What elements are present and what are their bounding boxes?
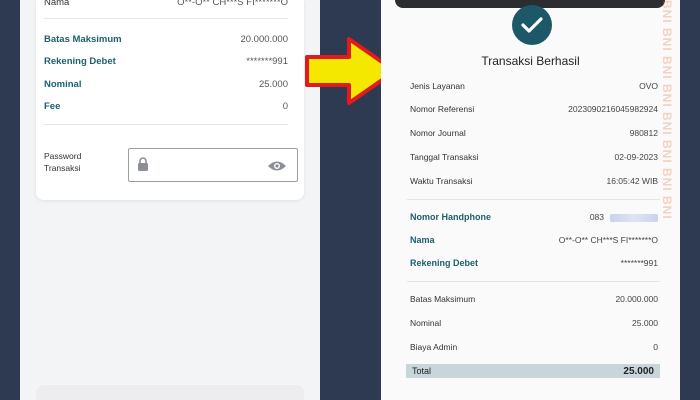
row-label: Nomor Handphone (410, 212, 491, 222)
eye-icon[interactable] (267, 159, 287, 177)
row-jenis-layanan: Jenis Layanan OVO (410, 81, 658, 92)
row-nomor-journal: Nomor Journal 980812 (410, 128, 658, 139)
redacted-phone (610, 213, 658, 222)
row-value: 25.000 (258, 79, 288, 90)
row-label: Nama (410, 235, 435, 245)
row-batas-maksimum: Batas Maksimum 20.000.000 (410, 294, 658, 305)
row-value: 0 (282, 101, 288, 112)
divider (407, 281, 660, 282)
total-row: Total 25.000 (406, 364, 660, 378)
row-value: 083 (590, 212, 658, 223)
row-label: Batas Maksimum (44, 34, 122, 45)
row-label: Rekening Debet (44, 56, 116, 67)
row-label: Tanggal Transaksi (410, 152, 479, 162)
row-label: Fee (44, 101, 61, 112)
row-rekening-debet: Rekening Debet *******991 (410, 258, 658, 269)
row-label: Waktu Transaksi (410, 176, 473, 186)
check-circle-icon (512, 5, 552, 45)
row-waktu-transaksi: Waktu Transaksi 16:05:42 WIB (410, 176, 658, 187)
row-label: Batas Maksimum (410, 294, 476, 304)
password-label-line2: Transaksi (44, 163, 81, 173)
row-value: O**-O** CH***S FI*******O (558, 235, 658, 245)
row-nama: Nama O**-O** CH***S FI*******O (410, 235, 658, 246)
row-biaya-admin: Biaya Admin 0 (410, 342, 658, 353)
password-label: Password Transaksi (44, 150, 114, 174)
row-label: Rekening Debet (410, 258, 479, 268)
right-phone-screen: Transaksi Berhasil Jenis Layanan OVO Nom… (381, 0, 680, 400)
row-label: Nama (44, 0, 70, 8)
row-value: *******991 (246, 56, 288, 67)
divider (44, 124, 288, 125)
row-value: 980812 (629, 128, 658, 138)
row-nominal: Nominal 25.000 (44, 79, 288, 91)
total-label: Total (412, 366, 432, 376)
watermark-text: BNI BNI BNI BNI BNI BNI BNI BNI (660, 0, 674, 220)
password-label-line1: Password (44, 151, 82, 161)
divider (407, 199, 660, 200)
row-label: Jenis Layanan (410, 81, 465, 91)
row-tanggal-transaksi: Tanggal Transaksi 02-09-2023 (410, 152, 658, 163)
bottom-panel (36, 385, 304, 400)
row-batas-maksimum: Batas Maksimum 20.000.000 (44, 34, 288, 46)
row-value: *******991 (620, 258, 658, 268)
left-transaction-card: Nama O**-O** CH***S FI*******O Batas Mak… (36, 0, 304, 200)
row-nomor-handphone: Nomor Handphone 083 (410, 212, 658, 223)
page-title: Transaksi Berhasil (481, 54, 580, 68)
row-label: Nomor Journal (410, 128, 466, 138)
row-value: 16:05:42 WIB (606, 176, 658, 186)
total-value: 25.000 (623, 365, 654, 377)
row-label: Biaya Admin (410, 342, 458, 352)
row-value: 02-09-2023 (614, 152, 658, 162)
divider (44, 18, 288, 19)
left-phone-screen: Nama O**-O** CH***S FI*******O Batas Mak… (20, 0, 320, 400)
row-value: 20.000.000 (240, 34, 288, 45)
lock-icon (137, 157, 149, 176)
row-label: Nominal (44, 79, 82, 90)
row-value: O**-O** CH***S FI*******O (177, 0, 288, 8)
password-input[interactable] (128, 148, 298, 182)
row-nama: Nama O**-O** CH***S FI*******O (44, 0, 288, 9)
row-value: 2023090216045982924 (568, 104, 658, 114)
phone-prefix: 083 (589, 212, 604, 222)
row-nominal: Nominal 25.000 (410, 318, 658, 329)
row-nomor-referensi: Nomor Referensi 2023090216045982924 (410, 104, 658, 115)
row-value: 20.000.000 (615, 294, 658, 304)
row-fee: Fee 0 (44, 101, 288, 113)
row-label: Nominal (410, 318, 442, 328)
row-value: 25.000 (632, 318, 658, 328)
row-rekening-debet: Rekening Debet *******991 (44, 56, 288, 68)
bni-watermark: BNI BNI BNI BNI BNI BNI BNI BNI (656, 0, 680, 400)
row-label: Nomor Referensi (410, 104, 475, 114)
